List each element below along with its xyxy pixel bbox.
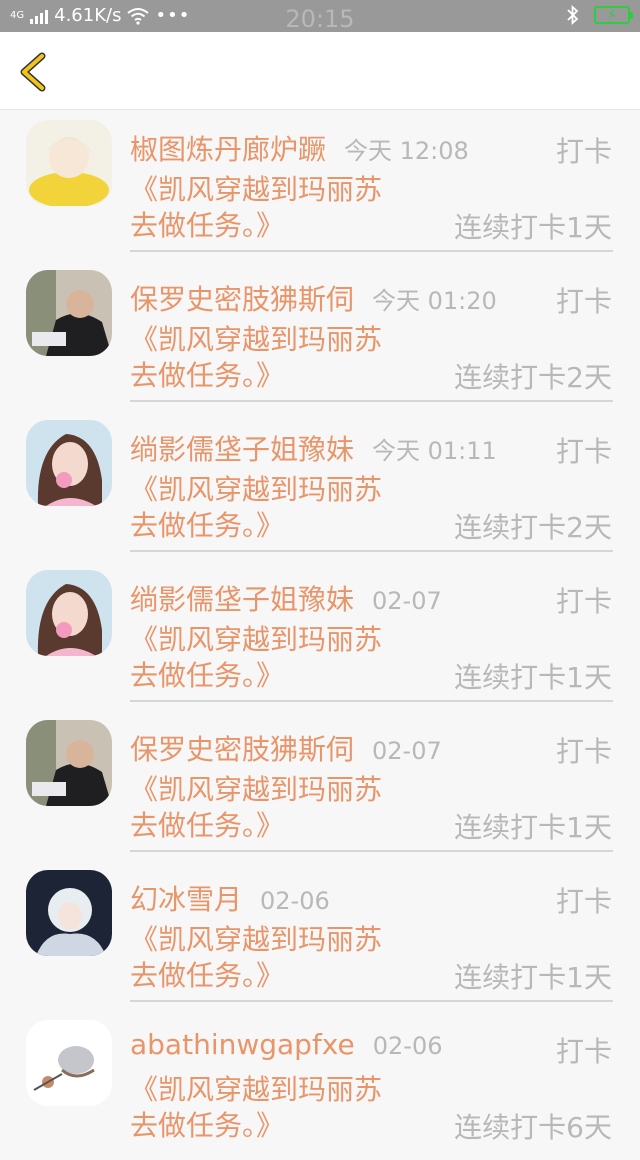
checkin-time: 02-06 [260, 887, 330, 915]
avatar [26, 270, 112, 356]
task-content-line: 去做任务。》 [130, 359, 285, 392]
streak-label: 连续打卡6天 [454, 1111, 612, 1144]
avatar [26, 870, 112, 956]
status-right: ⚡ [566, 5, 633, 25]
streak-label: 连续打卡1天 [454, 661, 612, 694]
user-name[interactable]: 绱影儒垡子姐豫妹 [130, 428, 354, 468]
user-name[interactable]: 保罗史密肢狒斯伺 [130, 728, 354, 768]
name-row: 椒图炼丹廊炉蹶 今天 12:08 [130, 128, 469, 168]
task-content-line: 《凯风穿越到玛丽苏 [130, 173, 383, 206]
checkin-time: 02-06 [372, 1032, 443, 1060]
avatar [26, 570, 112, 656]
status-time: 20:15 [285, 5, 355, 33]
checkin-button[interactable]: 打卡 [556, 1030, 612, 1070]
divider [130, 850, 613, 852]
status-bar: 4G 4.61K/s ••• 20:15 ⚡ [0, 0, 640, 33]
name-row: 幻冰雪月 02-06 [130, 878, 330, 918]
task-content: 《凯风穿越到玛丽苏 去做任务。》 [130, 172, 430, 244]
checkin-time: 今天 01:11 [372, 437, 497, 465]
battery-icon: ⚡ [594, 6, 633, 24]
task-content-line: 《凯风穿越到玛丽苏 [130, 773, 383, 806]
user-name[interactable]: 椒图炼丹廊炉蹶 [130, 128, 326, 168]
checkin-button[interactable]: 打卡 [556, 280, 612, 320]
user-name[interactable]: 绱影儒垡子姐豫妹 [130, 578, 354, 618]
task-content-line: 去做任务。》 [130, 659, 285, 692]
divider [130, 700, 613, 702]
user-name[interactable]: abathinwgapfxe [130, 1028, 355, 1061]
checkin-time: 今天 01:20 [372, 287, 497, 315]
task-content-line: 《凯风穿越到玛丽苏 [130, 473, 383, 506]
task-content-line: 《凯风穿越到玛丽苏 [130, 623, 383, 656]
task-content: 《凯风穿越到玛丽苏 去做任务。》 [130, 922, 430, 994]
task-content-line: 《凯风穿越到玛丽苏 [130, 923, 383, 956]
task-content-line: 去做任务。》 [130, 809, 285, 842]
list-item[interactable]: 绱影儒垡子姐豫妹 02-07 打卡 《凯风穿越到玛丽苏 去做任务。》 连续打卡1… [0, 560, 640, 710]
task-content: 《凯风穿越到玛丽苏 去做任务。》 [130, 472, 430, 544]
checkin-button[interactable]: 打卡 [556, 880, 612, 920]
streak-label: 连续打卡2天 [454, 511, 612, 544]
list-item[interactable]: 绱影儒垡子姐豫妹 今天 01:11 打卡 《凯风穿越到玛丽苏 去做任务。》 连续… [0, 410, 640, 560]
checkin-button[interactable]: 打卡 [556, 430, 612, 470]
checkin-button[interactable]: 打卡 [556, 130, 612, 170]
streak-label: 连续打卡1天 [454, 211, 612, 244]
name-row: 绱影儒垡子姐豫妹 今天 01:11 [130, 428, 497, 468]
task-content: 《凯风穿越到玛丽苏 去做任务。》 [130, 322, 430, 394]
task-content: 《凯风穿越到玛丽苏 去做任务。》 [130, 1072, 430, 1144]
divider [130, 1000, 613, 1002]
streak-label: 连续打卡1天 [454, 811, 612, 844]
checkin-list: 椒图炼丹廊炉蹶 今天 12:08 打卡 《凯风穿越到玛丽苏 去做任务。》 连续打… [0, 110, 640, 1160]
task-content-line: 《凯风穿越到玛丽苏 [130, 323, 383, 356]
bluetooth-icon [567, 5, 579, 25]
list-item[interactable]: 保罗史密肢狒斯伺 今天 01:20 打卡 《凯风穿越到玛丽苏 去做任务。》 连续… [0, 260, 640, 410]
list-item[interactable]: 椒图炼丹廊炉蹶 今天 12:08 打卡 《凯风穿越到玛丽苏 去做任务。》 连续打… [0, 110, 640, 260]
checkin-button[interactable]: 打卡 [556, 580, 612, 620]
divider [130, 400, 613, 402]
user-name[interactable]: 幻冰雪月 [130, 878, 242, 918]
task-content-line: 《凯风穿越到玛丽苏 [130, 1073, 383, 1106]
avatar [26, 1020, 112, 1106]
chevron-left-icon [20, 52, 46, 92]
list-item[interactable]: 幻冰雪月 02-06 打卡 《凯风穿越到玛丽苏 去做任务。》 连续打卡1天 [0, 860, 640, 1010]
name-row: 保罗史密肢狒斯伺 今天 01:20 [130, 278, 497, 318]
divider [130, 250, 613, 252]
checkin-time: 02-07 [372, 587, 442, 615]
checkin-time: 02-07 [372, 737, 442, 765]
task-content-line: 去做任务。》 [130, 959, 285, 992]
task-content-line: 去做任务。》 [130, 509, 285, 542]
streak-label: 连续打卡1天 [454, 961, 612, 994]
list-item[interactable]: 保罗史密肢狒斯伺 02-07 打卡 《凯风穿越到玛丽苏 去做任务。》 连续打卡1… [0, 710, 640, 860]
task-content-line: 去做任务。》 [130, 209, 285, 242]
checkin-time: 今天 12:08 [344, 137, 469, 165]
name-row: 绱影儒垡子姐豫妹 02-07 [130, 578, 442, 618]
checkin-button[interactable]: 打卡 [556, 730, 612, 770]
nav-bar [0, 32, 640, 110]
divider [130, 550, 613, 552]
task-content: 《凯风穿越到玛丽苏 去做任务。》 [130, 622, 430, 694]
avatar [26, 720, 112, 806]
name-row: abathinwgapfxe 02-06 [130, 1028, 443, 1061]
avatar [26, 120, 112, 206]
task-content-line: 去做任务。》 [130, 1109, 285, 1142]
avatar [26, 420, 112, 506]
name-row: 保罗史密肢狒斯伺 02-07 [130, 728, 442, 768]
streak-label: 连续打卡2天 [454, 361, 612, 394]
user-name[interactable]: 保罗史密肢狒斯伺 [130, 278, 354, 318]
back-button[interactable] [12, 50, 56, 94]
task-content: 《凯风穿越到玛丽苏 去做任务。》 [130, 772, 430, 844]
